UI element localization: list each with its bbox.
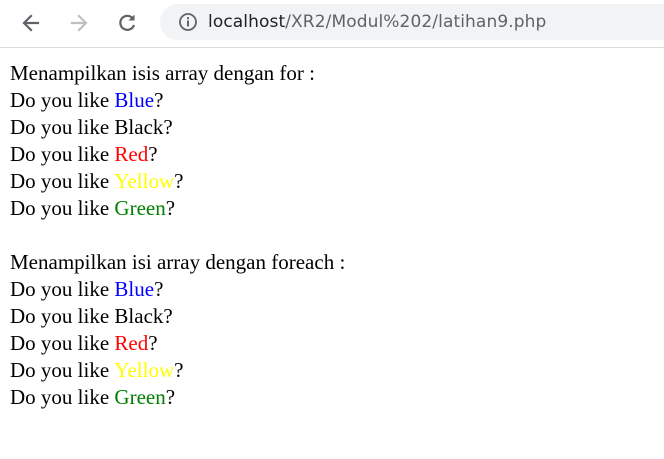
question-prefix: Do you like	[10, 196, 115, 220]
section-heading-foreach: Menampilkan isi array dengan foreach :	[10, 250, 346, 274]
section-heading-for: Menampilkan isis array dengan for :	[10, 61, 315, 85]
question-prefix: Do you like	[10, 358, 115, 382]
url-text[interactable]: localhost/XR2/Modul%202/latihan9.php	[208, 12, 546, 32]
color-question-line: Do you like Black?	[10, 303, 650, 330]
question-suffix: ?	[148, 331, 158, 355]
question-suffix: ?	[154, 277, 164, 301]
reload-icon	[119, 14, 136, 31]
color-name: Green	[114, 385, 166, 409]
question-suffix: ?	[148, 142, 158, 166]
question-suffix: ?	[163, 115, 173, 139]
question-suffix: ?	[165, 385, 176, 409]
color-question-line: Do you like Red?	[10, 141, 650, 168]
question-suffix: ?	[174, 358, 184, 382]
color-name: Blue	[114, 88, 155, 112]
reload-button[interactable]	[110, 6, 144, 40]
color-question-line: Do you like Black?	[10, 114, 650, 141]
color-name: Yellow	[114, 358, 175, 382]
arrow-left-icon	[22, 14, 40, 32]
question-suffix: ?	[154, 88, 164, 112]
color-question-line: Do you like Blue?	[10, 87, 650, 114]
question-prefix: Do you like	[10, 277, 115, 301]
question-prefix: Do you like	[10, 115, 115, 139]
color-list-foreach: Do you like Blue? Do you like Black? Do yo…	[10, 276, 650, 411]
color-name: Red	[114, 331, 149, 355]
color-name: Black	[114, 115, 164, 139]
color-question-line: Do you like Yellow?	[10, 168, 650, 195]
line-break	[10, 222, 650, 249]
color-question-line: Do you like Yellow?	[10, 357, 650, 384]
back-button[interactable]	[14, 6, 48, 40]
forward-button[interactable]	[62, 6, 96, 40]
info-icon[interactable]	[178, 12, 198, 32]
question-prefix: Do you like	[10, 331, 115, 355]
color-question-line: Do you like Green?	[10, 195, 650, 222]
color-question-line: Do you like Red?	[10, 330, 650, 357]
question-prefix: Do you like	[10, 169, 115, 193]
color-question-line: Do you like Blue?	[10, 276, 650, 303]
color-name: Black	[114, 304, 164, 328]
url-path: /XR2/Modul%202/latihan9.php	[285, 12, 547, 32]
address-bar[interactable]: localhost/XR2/Modul%202/latihan9.php	[160, 4, 664, 40]
question-suffix: ?	[165, 196, 176, 220]
url-host: localhost	[208, 12, 286, 32]
question-prefix: Do you like	[10, 88, 115, 112]
color-question-line: Do you like Green?	[10, 384, 650, 411]
arrow-right-icon	[70, 14, 88, 32]
color-name: Red	[114, 142, 149, 166]
page-content: Menampilkan isis array dengan for : Do y…	[10, 60, 650, 411]
color-name: Green	[114, 196, 166, 220]
question-suffix: ?	[174, 169, 184, 193]
question-prefix: Do you like	[10, 304, 115, 328]
color-list-for: Do you like Blue? Do you like Black? Do yo…	[10, 87, 650, 222]
question-prefix: Do you like	[10, 142, 115, 166]
color-name: Blue	[114, 277, 155, 301]
question-suffix: ?	[163, 304, 173, 328]
color-name: Yellow	[114, 169, 175, 193]
question-prefix: Do you like	[10, 385, 115, 409]
browser-toolbar: localhost/XR2/Modul%202/latihan9.php	[0, 0, 664, 48]
